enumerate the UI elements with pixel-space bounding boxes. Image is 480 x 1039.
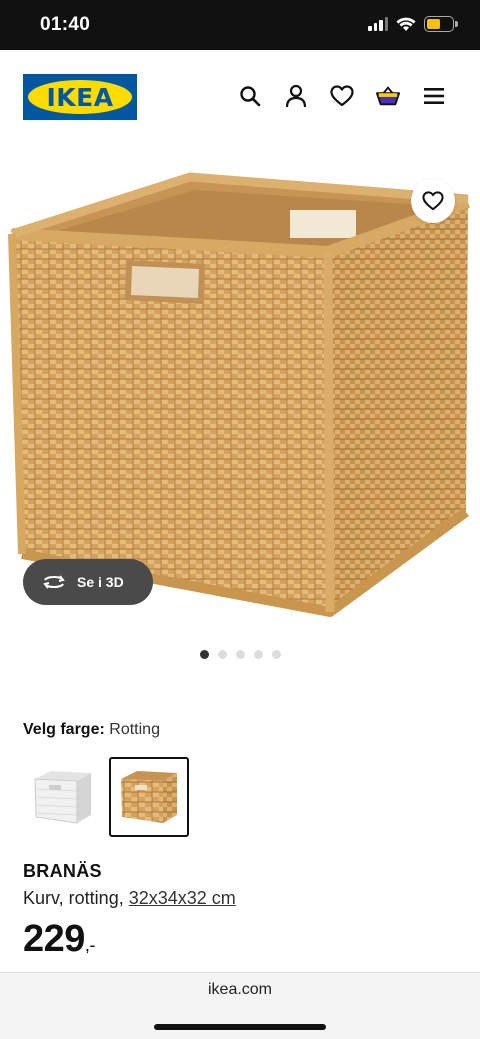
product-price: 229,-: [23, 918, 95, 961]
url-text[interactable]: ikea.com: [0, 981, 480, 999]
home-indicator[interactable]: [154, 1024, 326, 1030]
swatch-rattan[interactable]: [109, 757, 189, 837]
favorite-button[interactable]: [411, 179, 455, 223]
carousel-dot[interactable]: [271, 650, 281, 659]
product-type: Kurv, rotting,: [23, 888, 124, 908]
status-bar: 01:40: [0, 0, 480, 50]
heart-icon: [422, 191, 444, 211]
color-swatches: [23, 757, 189, 837]
carousel-dot[interactable]: [199, 650, 209, 659]
cart-icon[interactable]: [376, 83, 400, 109]
profile-icon[interactable]: [284, 83, 308, 109]
price-suffix: ,-: [84, 935, 96, 955]
carousel-dots: [0, 650, 480, 659]
carousel-dot[interactable]: [253, 650, 263, 659]
color-value: Rotting: [109, 721, 160, 738]
wifi-icon: [396, 17, 416, 31]
rattan-basket-thumb: [121, 771, 177, 823]
signal-icon: [368, 17, 388, 31]
rotate-3d-icon: [43, 575, 65, 589]
ikea-logo[interactable]: IKEA: [23, 74, 137, 120]
browser-url-bar[interactable]: ikea.com: [0, 972, 480, 1039]
site-header: IKEA: [0, 50, 480, 144]
white-basket-thumb: [34, 771, 91, 824]
price-value: 229: [23, 918, 85, 960]
product-name: BRANÄS: [23, 861, 102, 881]
header-actions: [238, 83, 446, 109]
battery-icon: [424, 16, 458, 32]
heart-icon[interactable]: [330, 83, 354, 109]
view-3d-button[interactable]: Se i 3D: [23, 559, 153, 605]
search-icon[interactable]: [238, 83, 262, 109]
color-selection: Velg farge: Rotting: [23, 721, 160, 739]
swatch-white[interactable]: [23, 757, 103, 837]
color-label: Velg farge:: [23, 721, 105, 738]
carousel-dot[interactable]: [217, 650, 227, 659]
carousel-dot[interactable]: [235, 650, 245, 659]
menu-icon[interactable]: [422, 83, 446, 109]
logo-text: IKEA: [46, 82, 114, 112]
view-3d-label: Se i 3D: [77, 574, 124, 590]
status-time: 01:40: [40, 14, 91, 35]
status-icons: [368, 16, 458, 32]
product-description: Kurv, rotting, 32x34x32 cm: [23, 888, 236, 909]
product-size-link[interactable]: 32x34x32 cm: [129, 888, 236, 908]
